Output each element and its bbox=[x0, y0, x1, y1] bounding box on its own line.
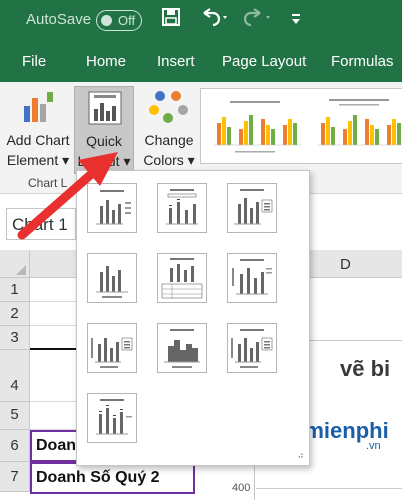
row-header-3[interactable]: 3 bbox=[0, 326, 30, 350]
chart-title[interactable]: vẽ bi bbox=[340, 356, 390, 382]
name-box[interactable]: Chart 1 bbox=[6, 208, 76, 240]
chart-style-1[interactable] bbox=[205, 95, 305, 157]
column-d-header[interactable]: D bbox=[340, 256, 351, 273]
tab-insert[interactable]: Insert bbox=[157, 53, 195, 70]
resize-grip-icon[interactable]: ⠴ bbox=[297, 450, 304, 461]
undo-icon[interactable] bbox=[200, 7, 230, 32]
layout-6[interactable] bbox=[227, 253, 277, 303]
tab-file[interactable]: File bbox=[22, 53, 46, 70]
quick-layout-icon bbox=[88, 91, 122, 130]
tab-formulas[interactable]: Formulas bbox=[331, 53, 394, 70]
ribbon-tabs: File Home Insert Page Layout Formulas bbox=[0, 42, 402, 82]
layout-4[interactable] bbox=[87, 253, 137, 303]
redo-icon[interactable] bbox=[243, 7, 274, 32]
toggle-knob bbox=[101, 15, 112, 26]
quick-layout-dropdown: ⠴ bbox=[76, 170, 310, 466]
quick-layout-line1: Quick bbox=[86, 133, 122, 149]
row-header-6[interactable]: 6 bbox=[0, 430, 30, 462]
add-chart-line1: Add Chart bbox=[6, 132, 70, 148]
quick-layout-label: Quick Layout ▾ bbox=[73, 131, 135, 171]
select-all-corner[interactable] bbox=[0, 250, 30, 278]
layout-9[interactable] bbox=[227, 323, 277, 373]
watermark-tld: .vn bbox=[366, 440, 381, 452]
layout-1[interactable] bbox=[87, 183, 137, 233]
row-header-2[interactable]: 2 bbox=[0, 302, 30, 326]
customize-toolbar-icon[interactable] bbox=[290, 10, 302, 31]
cell-a7[interactable]: Doanh Số Quý 2 bbox=[30, 462, 195, 494]
layout-7[interactable] bbox=[87, 323, 137, 373]
change-colors-line2: Colors ▾ bbox=[143, 152, 195, 168]
layout-2[interactable] bbox=[157, 183, 207, 233]
chart-style-2[interactable] bbox=[309, 95, 402, 157]
quick-layout-line2: Layout ▾ bbox=[77, 153, 131, 169]
chart-layouts-group-label: Chart L bbox=[28, 176, 68, 190]
title-bar: AutoSave Off bbox=[0, 0, 402, 42]
layout-5[interactable] bbox=[157, 253, 207, 303]
layout-10[interactable] bbox=[87, 393, 137, 443]
row-header-7[interactable]: 7 bbox=[0, 462, 30, 492]
tab-page-layout[interactable]: Page Layout bbox=[222, 53, 306, 70]
change-colors-icon bbox=[148, 88, 190, 133]
tab-home[interactable]: Home bbox=[86, 53, 126, 70]
change-colors-line1: Change bbox=[144, 132, 194, 148]
row-header-5[interactable]: 5 bbox=[0, 402, 30, 430]
row-header-4[interactable]: 4 bbox=[0, 350, 30, 402]
chart-styles-gallery[interactable] bbox=[200, 88, 402, 164]
change-colors-button[interactable]: Change Colors ▾ bbox=[138, 130, 200, 170]
chart-gridline bbox=[256, 488, 402, 489]
toggle-state: Off bbox=[118, 13, 136, 28]
y-axis-tick: 400 bbox=[232, 482, 251, 494]
add-chart-element-button[interactable]: Add Chart Element ▾ bbox=[2, 130, 74, 170]
layout-8[interactable] bbox=[157, 323, 207, 373]
add-chart-element-icon bbox=[20, 90, 56, 131]
save-icon[interactable] bbox=[162, 8, 180, 31]
layout-3[interactable] bbox=[227, 183, 277, 233]
row-header-1[interactable]: 1 bbox=[0, 278, 30, 302]
add-chart-line2: Element ▾ bbox=[6, 152, 70, 168]
quick-layout-button[interactable]: Quick Layout ▾ bbox=[74, 86, 134, 174]
autosave-toggle[interactable]: Off bbox=[96, 10, 142, 31]
autosave-label: AutoSave bbox=[26, 11, 92, 28]
